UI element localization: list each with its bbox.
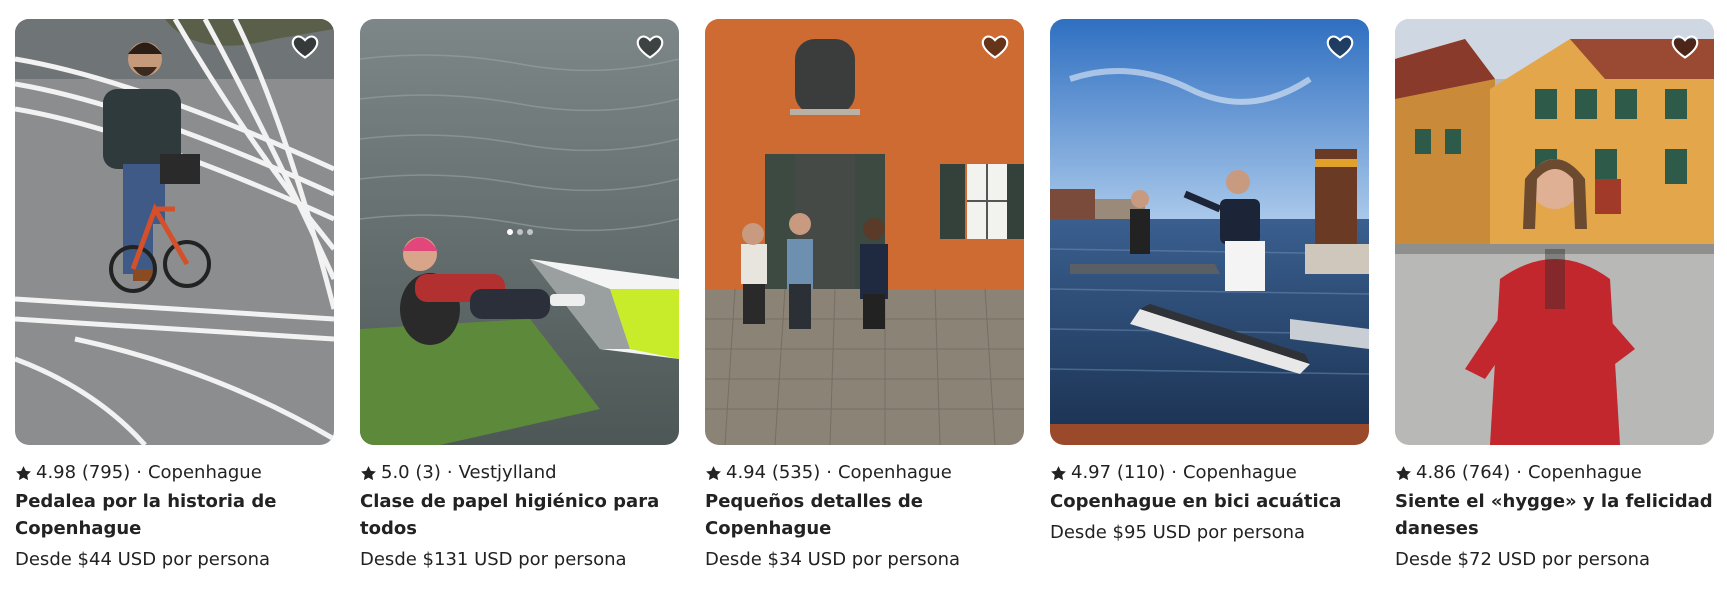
review-count: (110) — [1116, 462, 1166, 483]
experience-photo[interactable] — [1395, 19, 1714, 445]
review-count: (3) — [415, 462, 441, 483]
rating-value: 4.97 — [1071, 462, 1112, 483]
experience-price: Desde $131 USD por persona — [360, 549, 627, 570]
separator: · — [136, 462, 142, 483]
separator: · — [1516, 462, 1522, 483]
heart-icon — [1671, 35, 1699, 59]
review-count: (764) — [1461, 462, 1511, 483]
water-bike-photo — [1050, 19, 1369, 445]
review-count: (795) — [81, 462, 131, 483]
star-icon — [1395, 465, 1412, 482]
experience-card[interactable]: 5.0 (3) · Vestjylland Clase de papel hig… — [360, 19, 679, 573]
rating-row: 4.98 (795) · Copenhague — [15, 460, 334, 486]
rating-value: 4.94 — [726, 462, 767, 483]
favorite-button[interactable] — [290, 33, 320, 61]
rating-row: 4.86 (764) · Copenhague — [1395, 460, 1714, 486]
experience-photo[interactable] — [705, 19, 1024, 445]
favorite-button[interactable] — [980, 33, 1010, 61]
location: Copenhague — [1527, 462, 1642, 483]
experience-price: Desde $34 USD por persona — [705, 549, 961, 570]
heart-icon — [291, 35, 319, 59]
star-icon — [705, 465, 722, 482]
experience-price: Desde $72 USD por persona — [1395, 549, 1651, 570]
experience-title[interactable]: Pequeños detalles de Copenhague — [705, 488, 1024, 542]
experience-title[interactable]: Clase de papel higiénico para todos — [360, 488, 679, 542]
location: Copenhague — [1182, 462, 1297, 483]
rating-row: 4.97 (110) · Copenhague — [1050, 460, 1369, 486]
experience-title[interactable]: Siente el «hygge» y la felicidad daneses — [1395, 488, 1714, 542]
bike-street-photo — [15, 19, 334, 445]
star-icon — [1050, 465, 1067, 482]
experience-card[interactable]: 4.98 (795) · Copenhague Pedalea por la h… — [15, 19, 334, 573]
orange-building-photo — [705, 19, 1024, 445]
separator: · — [826, 462, 832, 483]
heart-icon — [636, 35, 664, 59]
location: Copenhague — [147, 462, 262, 483]
favorite-button[interactable] — [1325, 33, 1355, 61]
carousel-dots — [506, 229, 533, 235]
favorite-button[interactable] — [635, 33, 665, 61]
rating-value: 5.0 — [381, 462, 410, 483]
rating-row: 4.94 (535) · Copenhague — [705, 460, 1024, 486]
location: Copenhague — [837, 462, 952, 483]
rating-value: 4.86 — [1416, 462, 1457, 483]
rating-value: 4.98 — [36, 462, 77, 483]
heart-icon — [1326, 35, 1354, 59]
experience-card[interactable]: 4.94 (535) · Copenhague Pequeños detalle… — [705, 19, 1024, 573]
experience-photo[interactable] — [1050, 19, 1369, 445]
separator: · — [446, 462, 453, 483]
separator: · — [1171, 462, 1177, 483]
hygge-guide-photo — [1395, 19, 1714, 445]
star-icon — [360, 465, 377, 482]
favorite-button[interactable] — [1670, 33, 1700, 61]
experience-price: Desde $44 USD por persona — [15, 549, 271, 570]
experience-card[interactable]: 4.97 (110) · Copenhague Copenhague en bi… — [1050, 19, 1369, 573]
experience-title[interactable]: Pedalea por la historia de Copenhague — [15, 488, 334, 542]
experience-card[interactable]: 4.86 (764) · Copenhague Siente el «hygge… — [1395, 19, 1714, 573]
experience-photo[interactable] — [360, 19, 679, 445]
star-icon — [15, 465, 32, 482]
experience-photo[interactable] — [15, 19, 334, 445]
location: Vestjylland — [458, 462, 557, 483]
heart-icon — [981, 35, 1009, 59]
rating-row: 5.0 (3) · Vestjylland — [360, 460, 679, 486]
experience-title[interactable]: Copenhague en bici acuática — [1050, 488, 1369, 515]
review-count: (535) — [771, 462, 821, 483]
experience-grid: 4.98 (795) · Copenhague Pedalea por la h… — [15, 19, 1714, 573]
experience-price: Desde $95 USD por persona — [1050, 522, 1306, 543]
